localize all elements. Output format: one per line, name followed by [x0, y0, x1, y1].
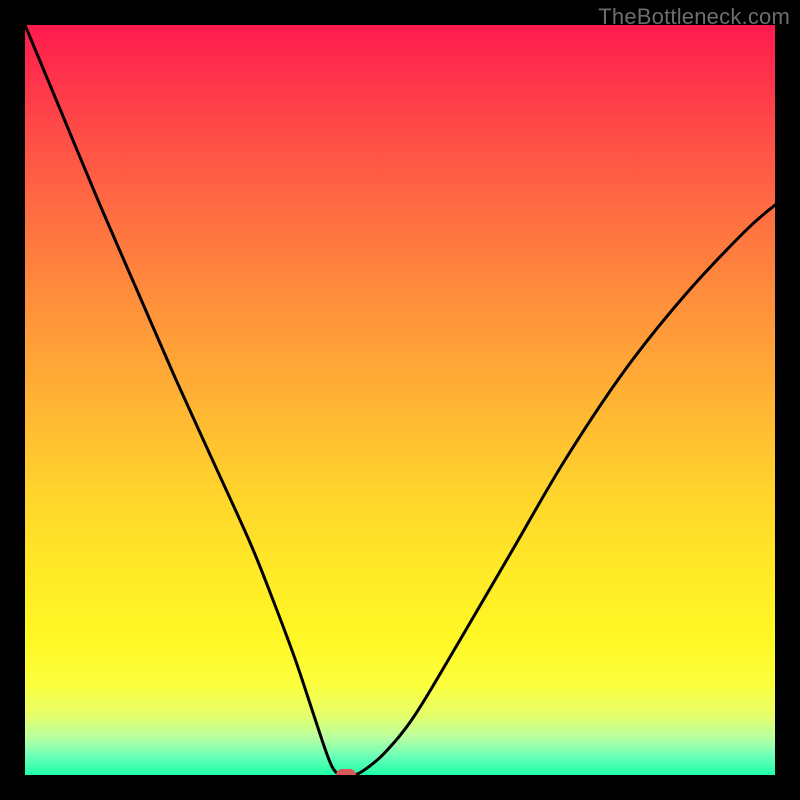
chart-frame: TheBottleneck.com — [0, 0, 800, 800]
bottleneck-curve-path — [25, 25, 775, 775]
plot-area — [25, 25, 775, 775]
optimal-point-marker — [336, 769, 356, 775]
watermark-text: TheBottleneck.com — [598, 4, 790, 30]
curve-svg — [25, 25, 775, 775]
